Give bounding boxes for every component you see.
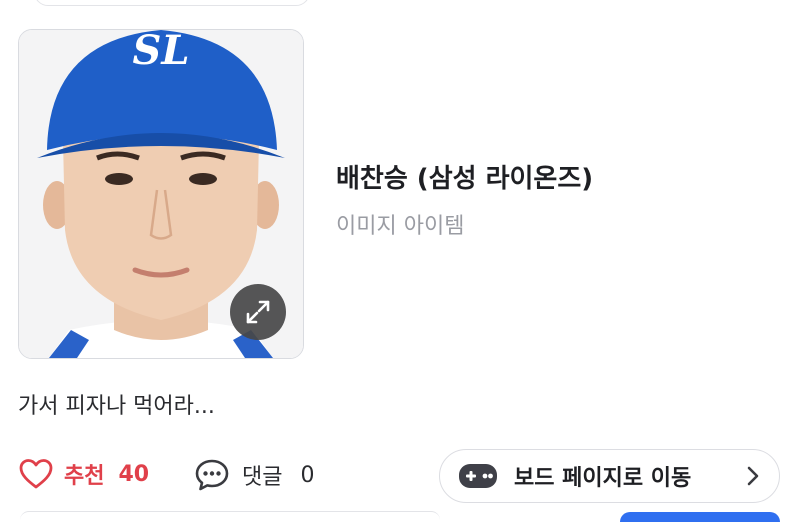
comment-label: 댓글 — [242, 465, 283, 490]
go-to-board-button[interactable]: 보드 페이지로 이동 — [439, 449, 780, 503]
like-label: 추천 — [64, 464, 105, 489]
previous-card-edge — [34, 0, 310, 6]
post-text: 가서 피자나 먹어라... — [18, 394, 215, 419]
like-button[interactable]: 추천 40 — [18, 458, 149, 490]
speech-bubble-icon — [195, 459, 229, 491]
heart-outline-icon — [19, 459, 53, 489]
comment-button[interactable]: 댓글 0 — [194, 458, 314, 492]
svg-text:SL: SL — [132, 30, 189, 74]
comment-count: 0 — [300, 462, 315, 488]
item-image-card[interactable]: SL — [18, 29, 304, 359]
expand-image-button[interactable] — [230, 284, 286, 340]
expand-arrows-icon — [246, 300, 270, 324]
like-count: 40 — [118, 461, 150, 487]
item-title: 배찬승 (삼성 라이온즈) — [336, 164, 594, 194]
chevron-right-icon — [747, 466, 759, 486]
next-blue-button-edge[interactable] — [620, 512, 780, 522]
item-subtitle: 이미지 아이템 — [336, 214, 465, 239]
gamepad-icon — [459, 464, 497, 488]
board-button-label: 보드 페이지로 이동 — [514, 466, 692, 491]
